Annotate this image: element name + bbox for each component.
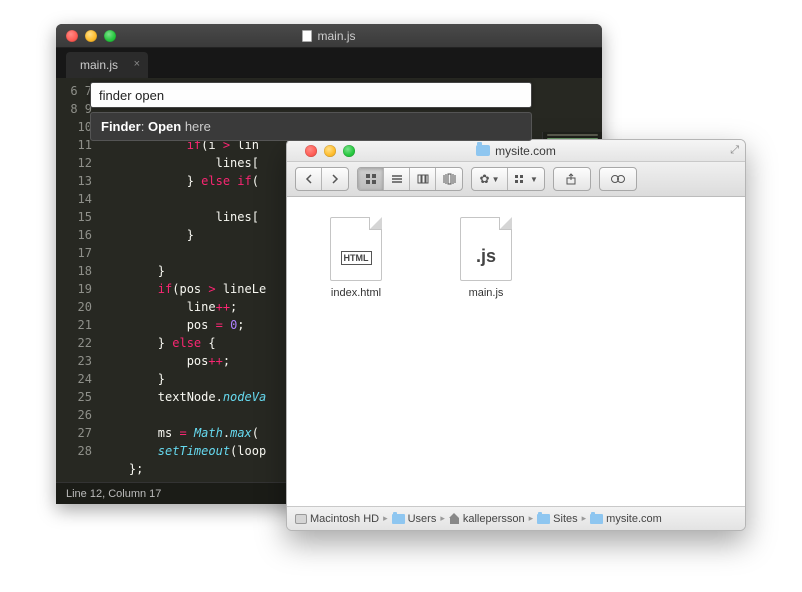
folder-icon — [476, 145, 490, 156]
zoom-window-button[interactable] — [343, 145, 355, 157]
path-separator-icon: ▸ — [582, 513, 587, 524]
share-icon — [565, 173, 579, 185]
columns-icon — [417, 173, 429, 185]
fullscreen-icon[interactable]: ⤢ — [730, 144, 739, 157]
chevron-right-icon — [331, 174, 339, 184]
path-item[interactable]: Users — [392, 513, 437, 525]
path-item[interactable]: kallepersson — [449, 513, 525, 525]
path-label: mysite.com — [606, 513, 662, 525]
chevron-down-icon: ▼ — [492, 175, 500, 184]
file-item[interactable]: .js main.js — [441, 217, 531, 299]
cursor-position-label: Line 12, Column 17 — [66, 488, 161, 500]
nav-back-forward — [295, 167, 349, 191]
editor-window-title: main.js — [56, 29, 602, 43]
editor-title-text: main.js — [317, 29, 355, 43]
coverflow-icon — [442, 173, 456, 185]
close-tab-icon[interactable]: × — [134, 58, 140, 70]
path-label: Users — [408, 513, 437, 525]
path-item[interactable]: Sites — [537, 513, 577, 525]
finder-content-area[interactable]: HTML index.html .js main.js — [287, 197, 745, 506]
tags-button[interactable] — [600, 168, 636, 190]
back-button[interactable] — [296, 168, 322, 190]
file-icon: HTML — [330, 217, 382, 281]
path-item[interactable]: mysite.com — [590, 513, 662, 525]
folder-icon — [392, 514, 405, 524]
suggestion-text-bold: Open — [148, 119, 181, 134]
tag-icon — [610, 174, 626, 184]
path-item[interactable]: Macintosh HD — [295, 513, 379, 525]
finder-titlebar[interactable]: mysite.com ⤢ — [287, 140, 745, 162]
finder-window: mysite.com ⤢ ✿▼ ▼ HTMLindex.html.jsmain.… — [286, 139, 746, 531]
list-view-button[interactable] — [384, 168, 410, 190]
path-separator-icon: ▸ — [440, 513, 445, 524]
home-icon — [449, 513, 460, 524]
file-item[interactable]: HTML index.html — [311, 217, 401, 299]
gear-icon: ✿ — [480, 172, 490, 186]
path-label: kallepersson — [463, 513, 525, 525]
arrange-icon — [514, 174, 528, 184]
editor-tab[interactable]: main.js × — [66, 52, 148, 78]
tags-segment — [599, 167, 637, 191]
path-separator-icon: ▸ — [383, 513, 388, 524]
suggestion-text-rest: here — [185, 119, 211, 134]
finder-window-title: mysite.com — [476, 144, 556, 158]
file-name-label: index.html — [311, 287, 401, 299]
path-separator-icon: ▸ — [529, 513, 534, 524]
action-menu-button[interactable]: ✿▼ — [472, 168, 508, 190]
finder-pathbar: Macintosh HD▸Users▸kallepersson▸Sites▸my… — [287, 506, 745, 530]
icon-view-button[interactable] — [358, 168, 384, 190]
editor-titlebar[interactable]: main.js — [56, 24, 602, 48]
path-label: Macintosh HD — [310, 513, 379, 525]
grid-icon — [365, 173, 377, 185]
chevron-down-icon: ▼ — [530, 175, 538, 184]
folder-icon — [537, 514, 550, 524]
command-palette: Finder: Open here — [90, 82, 532, 141]
file-name-label: main.js — [441, 287, 531, 299]
chevron-left-icon — [305, 174, 313, 184]
command-palette-suggestion[interactable]: Finder: Open here — [90, 112, 532, 141]
view-mode-segment — [357, 167, 463, 191]
close-window-button[interactable] — [305, 145, 317, 157]
folder-icon — [590, 514, 603, 524]
column-view-button[interactable] — [410, 168, 436, 190]
finder-title-text: mysite.com — [495, 144, 556, 158]
harddrive-icon — [295, 514, 307, 524]
command-palette-input[interactable] — [90, 82, 532, 108]
minimize-window-button[interactable] — [324, 145, 336, 157]
suggestion-text-prefix: Finder — [101, 119, 141, 134]
forward-button[interactable] — [322, 168, 348, 190]
list-icon — [391, 173, 403, 185]
file-type-glyph: HTML — [341, 251, 372, 265]
file-icon: .js — [460, 217, 512, 281]
coverflow-view-button[interactable] — [436, 168, 462, 190]
share-segment — [553, 167, 591, 191]
file-type-glyph: .js — [476, 246, 496, 267]
share-button[interactable] — [554, 168, 590, 190]
document-icon — [302, 30, 312, 42]
action-segment: ✿▼ ▼ — [471, 167, 545, 191]
editor-tabbar: main.js × — [56, 48, 602, 78]
finder-toolbar: ✿▼ ▼ — [287, 162, 745, 197]
arrange-menu-button[interactable]: ▼ — [508, 168, 544, 190]
path-label: Sites — [553, 513, 577, 525]
editor-tab-label: main.js — [80, 58, 118, 72]
